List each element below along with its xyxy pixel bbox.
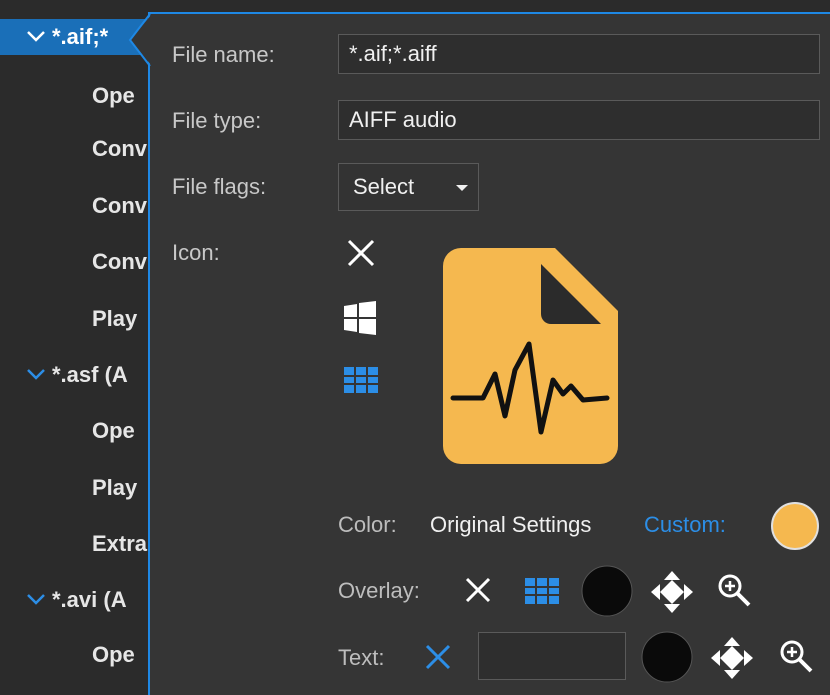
color-label: Color: xyxy=(338,512,397,537)
file-flags-select[interactable]: Select xyxy=(338,163,479,211)
file-type-field[interactable]: AIFF audio xyxy=(338,100,820,140)
no-overlay-icon[interactable] xyxy=(464,576,492,604)
file-name-field[interactable]: *.aif;*.aiff xyxy=(338,34,820,74)
tiles-icon[interactable] xyxy=(343,366,379,394)
tree-item-label: Ope xyxy=(92,418,135,443)
no-text-icon[interactable] xyxy=(424,643,452,671)
tree-item-label: Play xyxy=(92,475,138,500)
color-swatch[interactable] xyxy=(770,501,820,551)
move-icon[interactable] xyxy=(650,570,694,614)
audio-file-icon xyxy=(443,248,618,464)
tree-item-label: Play xyxy=(92,306,138,331)
tree-item-label: *.aif;* xyxy=(52,24,109,49)
overlay-tiles-icon[interactable] xyxy=(522,577,562,605)
tree-item-label: *.avi (A xyxy=(52,587,127,612)
text-color-swatch[interactable] xyxy=(640,630,694,684)
dropdown-caret-icon xyxy=(456,185,468,191)
chevron-down-icon[interactable] xyxy=(26,29,46,43)
tree-item-label: Extra xyxy=(92,531,148,556)
file-type-tree: *.aif;* Ope Conv Conv Conv Play *.asf (A… xyxy=(0,0,184,693)
tree-item-label: Ope xyxy=(92,642,135,667)
chevron-down-icon[interactable] xyxy=(26,367,46,381)
no-icon-option-icon[interactable] xyxy=(346,238,376,268)
panel-pointer xyxy=(128,14,152,66)
zoom-in-icon[interactable] xyxy=(716,572,752,608)
icon-label: Icon: xyxy=(172,240,220,265)
chevron-down-icon[interactable] xyxy=(26,592,46,606)
windows-icon[interactable] xyxy=(342,300,378,336)
overlay-label: Overlay: xyxy=(338,578,420,603)
file-flags-value: Select xyxy=(353,174,415,199)
move-icon[interactable] xyxy=(710,636,754,680)
file-flags-label: File flags: xyxy=(172,174,267,199)
tree-item-label: Ope xyxy=(92,83,135,108)
tree-item-label: Conv xyxy=(92,193,147,218)
tree-item-label: Conv xyxy=(92,249,147,274)
tree-item-label: *.asf (A xyxy=(52,362,128,387)
tree-item-label: Conv xyxy=(92,136,147,161)
zoom-in-icon[interactable] xyxy=(778,638,814,674)
original-settings-option[interactable]: Original Settings xyxy=(430,512,591,538)
file-type-label: File type: xyxy=(172,108,262,133)
overlay-color-swatch[interactable] xyxy=(580,564,634,618)
custom-color-option[interactable]: Custom: xyxy=(644,512,726,538)
text-label: Text: xyxy=(338,645,385,670)
overlay-text-input[interactable] xyxy=(478,632,626,680)
file-name-label: File name: xyxy=(172,42,275,67)
